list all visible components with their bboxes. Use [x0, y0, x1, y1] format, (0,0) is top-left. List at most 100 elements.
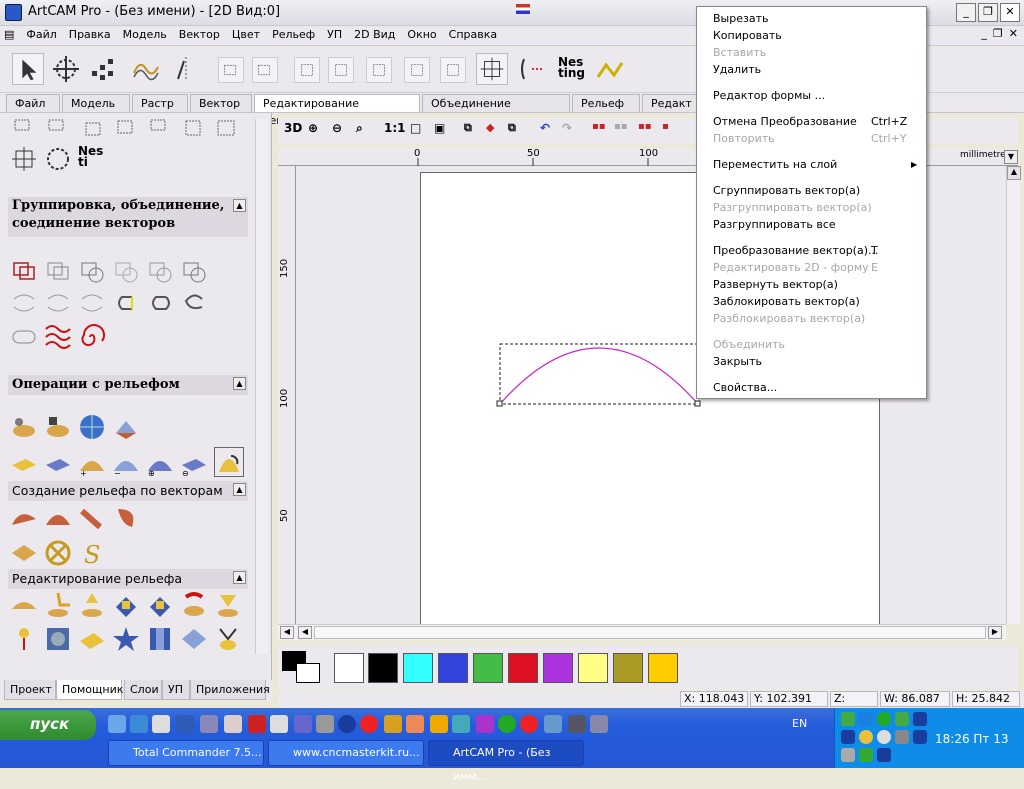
section-group-merge-title[interactable]: Группировка, объединение, соединение век… — [8, 197, 248, 237]
two-rail-sweep-icon[interactable] — [10, 539, 38, 567]
flat-relief-icon[interactable] — [10, 449, 38, 477]
sculpt-icon[interactable] — [44, 591, 72, 619]
weld-icon[interactable] — [78, 257, 106, 285]
context-menu-item[interactable]: Удалить — [713, 62, 913, 78]
menu-color[interactable]: Цвет — [226, 26, 266, 44]
vertical-scrollbar[interactable]: ▲ — [1006, 166, 1021, 624]
zoom-box-icon[interactable]: ⌕ — [356, 121, 363, 136]
start-button[interactable]: пуск — [0, 710, 96, 740]
download-icon[interactable] — [338, 715, 356, 733]
tray-icon[interactable] — [841, 712, 855, 726]
align-hcenter-button[interactable] — [366, 57, 392, 83]
tab-assistant[interactable]: Помощник — [56, 680, 123, 700]
quicklaunch-icon[interactable] — [316, 715, 334, 733]
tray-icon[interactable] — [859, 730, 873, 744]
snake-vector-button[interactable] — [594, 53, 626, 85]
bluetooth-icon[interactable] — [913, 712, 927, 726]
menu-vector[interactable]: Вектор — [173, 26, 226, 44]
shape-editor-2-icon[interactable] — [44, 505, 72, 533]
artcam-app-icon[interactable] — [5, 4, 22, 21]
fillet-icon[interactable] — [10, 323, 38, 351]
plane-subtract-icon[interactable]: ⊖ — [180, 449, 208, 478]
palette-swatch[interactable] — [648, 653, 678, 683]
context-menu-item[interactable]: Свойства... — [713, 380, 913, 396]
align-center-button[interactable] — [440, 57, 466, 83]
ungroup-icon[interactable] — [44, 257, 72, 285]
quicklaunch-icon[interactable] — [152, 715, 170, 733]
3d-view-button[interactable]: 3D — [284, 121, 302, 135]
menu-model[interactable]: Модель — [117, 26, 173, 44]
quicklaunch-icon[interactable] — [430, 715, 448, 733]
tab-vector-merge[interactable]: Объединение векторов — [422, 94, 570, 127]
mdi-doc-icon[interactable]: ▤ — [0, 26, 20, 44]
subtract-icon[interactable] — [112, 257, 140, 285]
align-vcenter-button[interactable] — [404, 57, 430, 83]
palette-swatch[interactable] — [438, 653, 468, 683]
relief-3d-view-icon[interactable] — [112, 413, 140, 441]
group-icon[interactable] — [10, 257, 38, 285]
collapse-icon[interactable]: ▲ — [233, 377, 246, 390]
menu-relief[interactable]: Рельеф — [266, 26, 321, 44]
section-relief-edit-title[interactable]: Редактирование рельефа ▲ — [8, 569, 248, 589]
offset-vector-icon[interactable] — [44, 145, 72, 173]
section-relief-ops-title[interactable]: Операции с рельефом ▲ — [8, 375, 248, 395]
secondary-color-swatch[interactable] — [296, 663, 320, 683]
close-arc-icon[interactable] — [146, 289, 174, 317]
load-relief-icon[interactable] — [10, 413, 38, 441]
close-vector-icon[interactable] — [112, 289, 140, 317]
invert-relief-icon[interactable] — [214, 591, 242, 619]
utorrent-icon[interactable] — [498, 715, 516, 733]
align-left-button[interactable] — [218, 57, 244, 83]
actual-size-button[interactable]: 1:1 — [384, 121, 406, 135]
node-edit-tool-button[interactable] — [88, 53, 120, 85]
transform-tool-button[interactable] — [50, 53, 82, 85]
select-tool-button[interactable] — [12, 53, 44, 85]
quicklaunch-icon[interactable] — [590, 715, 608, 733]
palette-swatch[interactable] — [613, 653, 643, 683]
palette-swatch[interactable] — [403, 653, 433, 683]
align-center-icon[interactable] — [214, 117, 240, 139]
context-menu-item[interactable]: Преобразование вектор(а)... T — [713, 243, 913, 259]
vector-layer-icon[interactable]: ⧉ — [508, 121, 516, 135]
menu-2dview[interactable]: 2D Вид — [348, 26, 401, 44]
arch-subtract-icon[interactable]: − — [112, 449, 140, 478]
scroll-up-icon[interactable]: ▲ — [1007, 166, 1021, 180]
snap-icon[interactable]: ▪ — [662, 121, 669, 132]
quicklaunch-icon[interactable] — [384, 715, 402, 733]
align-left-icon[interactable] — [10, 117, 36, 135]
menu-toolpath[interactable]: УП — [321, 26, 348, 44]
scroll-thumb[interactable] — [314, 626, 986, 639]
redo-icon[interactable]: ↷ — [562, 121, 572, 135]
reset-relief-icon[interactable] — [146, 591, 174, 619]
nesting-button[interactable]: Nes ting — [558, 56, 588, 79]
minimize-button[interactable]: _ — [956, 3, 976, 22]
scroll-left-icon[interactable]: ◀ — [280, 626, 294, 639]
zoom-out-icon[interactable]: ⊖ — [332, 121, 342, 135]
quicklaunch-icon[interactable] — [568, 715, 586, 733]
palette-swatch[interactable] — [578, 653, 608, 683]
context-menu-item[interactable]: Развернуть вектор(а) — [713, 277, 913, 293]
shape-editor-icon[interactable] — [10, 505, 38, 533]
layer-icon[interactable]: ⧉ — [464, 121, 472, 135]
units-dropdown-button[interactable]: ▼ — [1004, 150, 1018, 164]
tab-vector[interactable]: Вектор — [190, 94, 252, 112]
tray-icon[interactable] — [841, 748, 855, 762]
align-right-button[interactable] — [252, 57, 278, 83]
weave-icon[interactable] — [44, 539, 72, 567]
trim-icon[interactable] — [180, 257, 208, 285]
selection-handle[interactable] — [496, 400, 503, 407]
opera-icon[interactable] — [360, 715, 378, 733]
section-relief-from-vectors-title[interactable]: Создание рельефа по векторам ▲ — [8, 481, 248, 501]
scroll-right-icon[interactable]: ▶ — [988, 626, 1002, 639]
tab-project[interactable]: Проект — [4, 680, 56, 700]
color-grid-icon[interactable]: ▪▪ — [638, 121, 652, 132]
offset-relief-icon[interactable] — [78, 591, 106, 619]
star-relief-icon[interactable] — [112, 625, 140, 653]
tray-icon[interactable] — [895, 730, 909, 744]
tab-layers[interactable]: Слои — [124, 680, 162, 700]
align-bottom-icon[interactable] — [114, 117, 136, 139]
tray-icon[interactable] — [877, 730, 891, 744]
grid-icon[interactable]: ▪▪ — [614, 121, 628, 132]
plane-relief-icon[interactable] — [44, 449, 72, 477]
context-menu-item[interactable]: Заблокировать вектор(а) — [713, 294, 913, 310]
